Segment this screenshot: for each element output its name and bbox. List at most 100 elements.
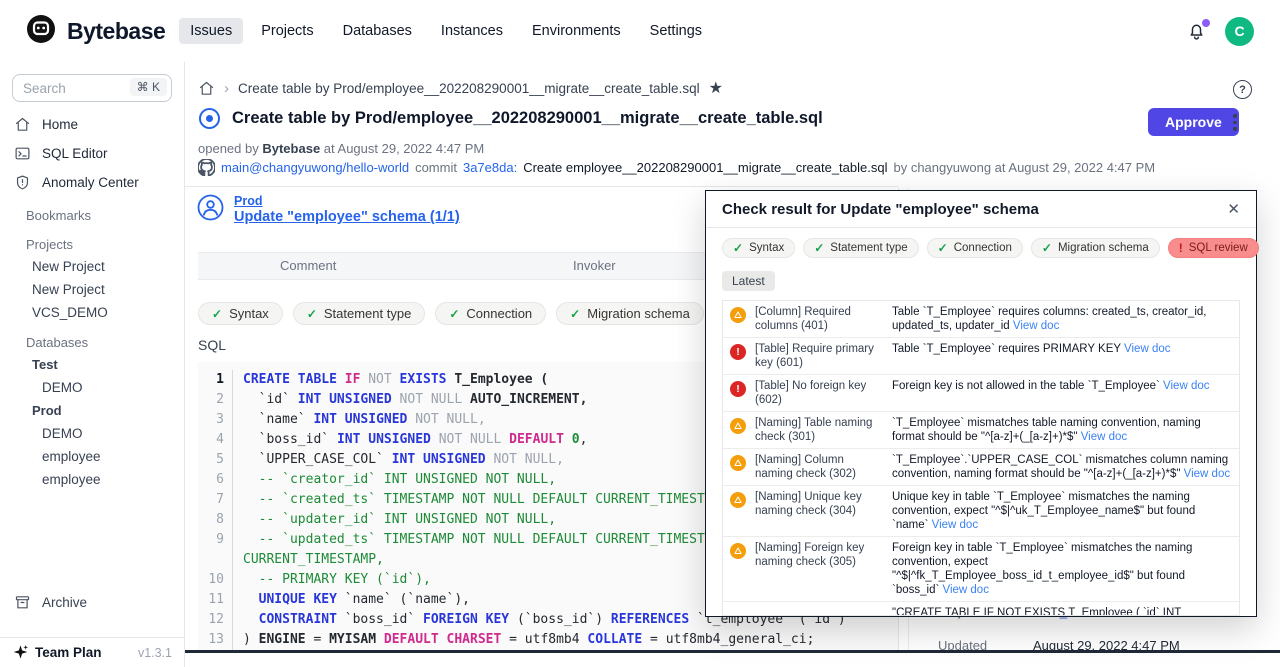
check-badge-migration-schema[interactable]: ✓Migration schema	[1031, 238, 1160, 258]
check-result-list: [Column] Required columns (401)Table `T_…	[722, 300, 1240, 616]
check-badge-label: Migration schema	[587, 306, 690, 321]
error-icon: !	[730, 381, 746, 397]
line-number: 12	[198, 610, 233, 630]
archive-icon	[14, 594, 31, 611]
breadcrumb-page[interactable]: Create table by Prod/employee__202208290…	[238, 81, 700, 96]
view-doc-link[interactable]: View doc	[932, 519, 978, 531]
check-badge-label: Syntax	[749, 242, 784, 254]
database-item-employee-1[interactable]: employee	[0, 445, 184, 468]
bookmark-star-icon[interactable]: ★	[709, 78, 723, 98]
divider	[185, 186, 898, 187]
check-pass-icon: ✓	[733, 241, 743, 255]
line-number: 11	[198, 590, 233, 610]
archive-label: Archive	[42, 595, 87, 610]
opened-prefix: opened by	[198, 141, 259, 156]
github-icon	[198, 159, 215, 176]
check-badge-statement-type[interactable]: ✓Statement type	[803, 238, 918, 258]
nav-item-environments[interactable]: Environments	[521, 18, 632, 44]
check-result-modal: Check result for Update "employee" schem…	[705, 190, 1257, 617]
sidebar-item-archive[interactable]: Archive	[0, 588, 184, 617]
modal-title: Check result for Update "employee" schem…	[722, 201, 1039, 218]
project-item-vcs-demo-2[interactable]: VCS_DEMO	[0, 301, 184, 324]
check-detail: Unique key in table `T_Employee` mismatc…	[892, 490, 1232, 532]
section-databases: Databases	[0, 324, 184, 353]
sql-line: 13) ENGINE = MYISAM DEFAULT CHARSET = ut…	[198, 630, 898, 650]
check-badge-statement-type[interactable]: ✓Statement type	[293, 302, 426, 325]
approve-button[interactable]: Approve	[1148, 108, 1239, 136]
check-result-row: [Naming] Table naming check (301)`T_Empl…	[723, 412, 1239, 449]
commit-branch-repo-link[interactable]: main@changyuwong/hello-world	[221, 160, 409, 175]
check-badge-label: Connection	[954, 242, 1012, 254]
sidebar-item-anomaly-center[interactable]: Anomaly Center	[0, 168, 184, 197]
check-badge-sql-review[interactable]: !SQL review	[1168, 238, 1259, 258]
sidebar-footer: Team Plan v1.3.1	[0, 637, 184, 667]
check-result-row: ![Table] Require primary key (601)Table …	[723, 338, 1239, 375]
help-icon[interactable]: ?	[1233, 80, 1252, 99]
sidebar-item-home[interactable]: Home	[0, 110, 184, 139]
main-nav: Issues Projects Databases Instances Environm…	[179, 18, 720, 44]
nav-item-issues[interactable]: Issues	[179, 18, 243, 44]
warning-icon	[730, 418, 746, 434]
environment-test[interactable]: Test	[0, 353, 184, 376]
nav-item-projects[interactable]: Projects	[250, 18, 324, 44]
environment-prod[interactable]: Prod	[0, 399, 184, 422]
database-item-demo-0[interactable]: DEMO	[0, 422, 184, 445]
project-item-new-project-1[interactable]: New Project	[0, 278, 184, 301]
check-rule: [Table] Require primary key (601)	[755, 342, 883, 370]
brand[interactable]: Bytebase	[24, 12, 165, 51]
nav-item-databases[interactable]: Databases	[332, 18, 423, 44]
check-badge-label: Connection	[466, 306, 532, 321]
view-doc-link[interactable]: View doc	[943, 584, 989, 596]
assignee-icon	[197, 194, 224, 226]
commit-line: main@changyuwong/hello-world commit 3a7e…	[198, 159, 1155, 176]
team-plan-icon	[12, 644, 29, 661]
bytebase-app: Bytebase Issues Projects Databases Instance…	[0, 0, 1280, 667]
view-doc-link[interactable]: View doc	[1124, 343, 1170, 355]
notification-bell-icon[interactable]	[1186, 21, 1207, 42]
sidebar-item-sql-editor[interactable]: SQL Editor	[0, 139, 184, 168]
latest-button[interactable]: Latest	[722, 271, 775, 291]
warning-icon	[730, 307, 746, 323]
line-number: 8	[198, 510, 233, 530]
kebab-menu-icon[interactable]	[1231, 112, 1239, 133]
opened-author: Bytebase	[262, 141, 320, 156]
warning-icon	[730, 455, 746, 471]
home-breadcrumb-icon[interactable]	[198, 80, 215, 97]
stage-task-link[interactable]: Update "employee" schema (1/1)	[234, 209, 460, 225]
check-badge-connection[interactable]: ✓Connection	[927, 238, 1023, 258]
commit-suffix: by changyuwong at August 29, 2022 4:47 P…	[893, 160, 1155, 175]
project-item-new-project-0[interactable]: New Project	[0, 255, 184, 278]
check-badge-syntax[interactable]: ✓Syntax	[198, 302, 283, 325]
line-number: 4	[198, 430, 233, 450]
view-doc-link[interactable]: View doc	[1184, 468, 1230, 480]
close-icon[interactable]: ✕	[1227, 202, 1240, 217]
commit-word: commit	[415, 160, 457, 175]
check-badge-label: SQL review	[1189, 242, 1248, 254]
shield-icon	[14, 174, 31, 191]
nav-item-settings[interactable]: Settings	[639, 18, 713, 44]
sidebar-item-label: Home	[42, 117, 78, 132]
stage-environment-link[interactable]: Prod	[234, 194, 460, 208]
column-header-invoker: Invoker	[573, 253, 616, 279]
database-item-demo-0[interactable]: DEMO	[0, 376, 184, 399]
left-sidebar: ⌘ K HomeSQL EditorAnomaly CenterBookmark…	[0, 62, 185, 667]
database-item-employee-2[interactable]: employee	[0, 468, 184, 491]
view-doc-link[interactable]: View doc	[1013, 320, 1059, 332]
sidebar-item-label: SQL Editor	[42, 146, 108, 161]
nav-item-instances[interactable]: Instances	[430, 18, 514, 44]
breadcrumb: › Create table by Prod/employee__2022082…	[198, 78, 723, 98]
line-number: 10	[198, 570, 233, 590]
check-badge-connection[interactable]: ✓Connection	[435, 302, 546, 325]
check-result-row: [Column] Required columns (401)Table `T_…	[723, 301, 1239, 338]
issue-status-icon	[199, 108, 220, 129]
commit-hash-link[interactable]: 3a7e8da:	[463, 160, 517, 175]
plan-name[interactable]: Team Plan	[35, 645, 102, 660]
check-rule: [Column] Required columns (401)	[755, 305, 883, 333]
check-badge-migration-schema[interactable]: ✓Migration schema	[556, 302, 704, 325]
view-doc-link[interactable]: View doc	[1081, 431, 1127, 443]
user-avatar[interactable]: C	[1225, 17, 1254, 46]
view-doc-link[interactable]: View doc	[1163, 380, 1209, 392]
top-navbar: Bytebase Issues Projects Databases Instance…	[0, 0, 1280, 62]
line-number: 1	[198, 370, 233, 390]
check-badge-syntax[interactable]: ✓ Syntax	[722, 238, 795, 258]
